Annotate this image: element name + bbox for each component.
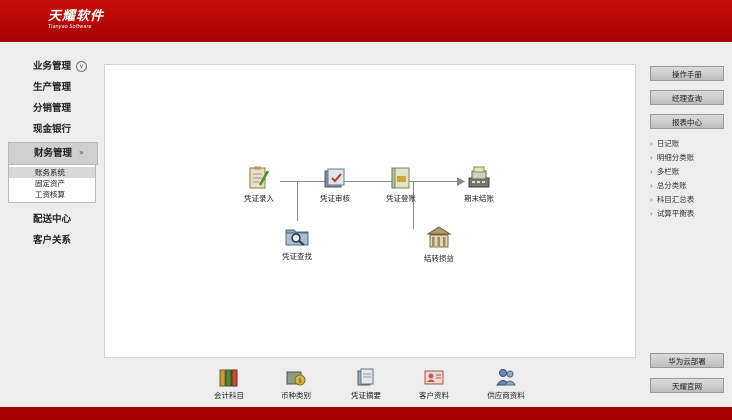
- bottom-label: 会计科目: [214, 391, 244, 400]
- flow-label: 凭证录入: [244, 194, 274, 203]
- submenu-item-fixed-assets[interactable]: 固定资产: [9, 178, 95, 189]
- bottom-label: 币种类别: [281, 391, 311, 400]
- chevron-down-icon[interactable]: ∨: [76, 61, 87, 72]
- flow-voucher-entry[interactable]: 凭证录入: [229, 165, 289, 204]
- huawei-cloud-button[interactable]: 华为云部署: [650, 353, 724, 368]
- cash-register-icon: [468, 166, 490, 188]
- svg-text:$: $: [298, 378, 302, 385]
- bottom-bar: [0, 407, 732, 420]
- flow-period-close[interactable]: 期末结账: [449, 165, 509, 204]
- flow-voucher-posting[interactable]: 凭证登账: [371, 165, 431, 204]
- nav-item-customer-relations[interactable]: 客户关系: [8, 230, 98, 251]
- folder-search-icon: [285, 229, 309, 246]
- bottom-item-voucher-summary[interactable]: 凭证摘要: [336, 366, 396, 401]
- report-item-journal[interactable]: › 日记账: [650, 137, 730, 151]
- flow-label: 期末结账: [464, 194, 494, 203]
- top-header-bar: 天耀软件 Tianyao Software: [0, 0, 732, 42]
- report-item-trial-balance[interactable]: › 试算平衡表: [650, 207, 730, 221]
- logo: 天耀软件 Tianyao Software: [48, 10, 104, 30]
- bottom-item-currency[interactable]: $ 币种类别: [266, 366, 326, 401]
- chevron-right-icon: ›: [650, 168, 653, 176]
- report-center-button[interactable]: 报表中心: [650, 114, 724, 129]
- nav-item-distribution-center[interactable]: 配送中心: [8, 209, 98, 230]
- bottom-label: 客户资料: [419, 391, 449, 400]
- bottom-label: 凭证摘要: [351, 391, 381, 400]
- nav-item-distribution[interactable]: 分销管理: [8, 98, 98, 119]
- bottom-item-accounts[interactable]: 会计科目: [199, 366, 259, 401]
- workflow-panel: 凭证录入 凭证审核 凭证登账 期末结账 凭证查找 结转损益: [104, 64, 636, 358]
- nav-item-label: 业务管理: [33, 61, 72, 72]
- nav-item-label: 配送中心: [33, 214, 72, 225]
- ledger-book-icon: [391, 167, 410, 189]
- report-label: 明细分类账: [656, 153, 695, 162]
- customer-card-icon: [424, 370, 444, 385]
- official-site-button[interactable]: 天耀官网: [650, 378, 724, 393]
- report-label: 试算平衡表: [656, 209, 695, 218]
- nav-item-business[interactable]: 业务管理 ∨: [8, 56, 98, 77]
- nav-item-label: 分销管理: [33, 103, 72, 114]
- report-item-account-summary[interactable]: › 科目汇总表: [650, 193, 730, 207]
- documents-icon: [357, 368, 374, 386]
- nav-item-label: 财务管理: [34, 148, 73, 159]
- manager-query-button[interactable]: 经理查询: [650, 90, 724, 105]
- report-label: 日记账: [656, 139, 680, 148]
- report-label: 科目汇总表: [656, 195, 695, 204]
- flow-voucher-review[interactable]: 凭证审核: [305, 165, 365, 204]
- logo-text: 天耀软件: [48, 9, 105, 24]
- document-check-icon: [324, 168, 345, 188]
- nav-item-cash-bank[interactable]: 现金银行: [8, 119, 98, 140]
- nav-item-label: 现金银行: [33, 124, 72, 135]
- bottom-item-suppliers[interactable]: 供应商资料: [476, 366, 536, 401]
- chevron-right-icon: ›: [650, 196, 653, 204]
- bottom-label: 供应商资料: [487, 391, 525, 400]
- flow-voucher-query[interactable]: 凭证查找: [267, 223, 327, 262]
- nav-item-finance[interactable]: 财务管理 »: [8, 142, 98, 165]
- left-nav: 业务管理 ∨ 生产管理 分销管理 现金银行 财务管理 » 账务系统 固定资产 工…: [8, 56, 98, 251]
- currency-icon: $: [286, 371, 306, 386]
- chevron-double-down-icon[interactable]: »: [77, 148, 86, 157]
- flow-label: 凭证审核: [320, 194, 350, 203]
- nav-item-label: 生产管理: [33, 82, 72, 93]
- users-group-icon: [496, 369, 516, 386]
- clipboard-pen-icon: [249, 166, 270, 189]
- report-item-general-ledger[interactable]: › 总分类账: [650, 179, 730, 193]
- report-list: › 日记账 › 明细分类账 › 多栏账 › 总分类账 › 科目汇总表 › 试算平衡表: [650, 137, 730, 221]
- bank-building-icon: [426, 226, 452, 248]
- flow-label: 凭证查找: [282, 252, 312, 261]
- nav-item-label: 客户关系: [33, 235, 72, 246]
- report-label: 多栏账: [656, 167, 680, 176]
- bottom-item-customers[interactable]: 客户资料: [404, 366, 464, 401]
- chevron-right-icon: ›: [650, 154, 653, 162]
- flow-transfer-profit-loss[interactable]: 结转损益: [409, 225, 469, 264]
- report-item-multi-column[interactable]: › 多栏账: [650, 165, 730, 179]
- finance-submenu: 账务系统 固定资产 工资核算: [8, 165, 96, 203]
- flow-line: [297, 181, 298, 221]
- logo-subtext: Tianyao Software: [48, 24, 92, 30]
- submenu-item-ledger[interactable]: 账务系统: [9, 167, 95, 178]
- binders-icon: [219, 369, 238, 387]
- chevron-right-icon: ›: [650, 182, 653, 190]
- report-item-detail-ledger[interactable]: › 明细分类账: [650, 151, 730, 165]
- report-label: 总分类账: [656, 181, 687, 190]
- nav-item-production[interactable]: 生产管理: [8, 77, 98, 98]
- flow-label: 凭证登账: [386, 194, 416, 203]
- chevron-right-icon: ›: [650, 210, 653, 218]
- submenu-item-payroll[interactable]: 工资核算: [9, 189, 95, 200]
- chevron-right-icon: ›: [650, 140, 653, 148]
- flow-label: 结转损益: [424, 254, 454, 263]
- manual-button[interactable]: 操作手册: [650, 66, 724, 81]
